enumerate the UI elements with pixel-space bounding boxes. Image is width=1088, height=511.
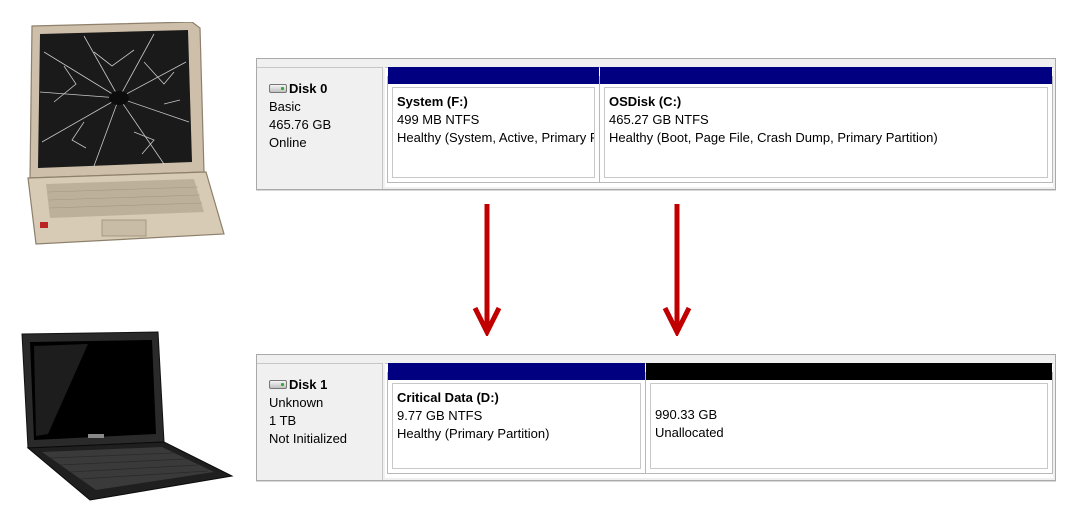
disk-0-name: Disk 0 bbox=[289, 81, 328, 96]
partition-bar bbox=[388, 67, 599, 84]
disk-1-status: Not Initialized bbox=[269, 431, 348, 446]
disk-1-panel[interactable]: Disk 1 Unknown 1 TB Not Initialized Crit… bbox=[256, 354, 1056, 481]
partition-osdisk-c[interactable]: OSDisk (C:) 465.27 GB NTFS Healthy (Boot… bbox=[599, 67, 1053, 183]
disk-1-info[interactable]: Disk 1 Unknown 1 TB Not Initialized bbox=[257, 363, 383, 480]
disk-0-title: Disk 0 bbox=[269, 80, 382, 98]
arrow-down-icon bbox=[662, 204, 692, 336]
partition-status: Healthy (Boot, Page File, Crash Dump, Pr… bbox=[609, 130, 938, 145]
hard-disk-icon bbox=[269, 83, 287, 93]
new-laptop-image bbox=[18, 330, 236, 502]
hard-disk-icon bbox=[269, 379, 287, 389]
disk-1-title: Disk 1 bbox=[269, 376, 382, 394]
partition-name: OSDisk (C:) bbox=[609, 94, 682, 109]
partition-detail: 465.27 GB NTFS bbox=[609, 112, 709, 127]
partition-body[interactable]: System (F:) 499 MB NTFS Healthy (System,… bbox=[392, 87, 595, 178]
disk-0-partitions: System (F:) 499 MB NTFS Healthy (System,… bbox=[385, 67, 1053, 187]
partition-detail: 9.77 GB NTFS bbox=[397, 408, 483, 423]
partition-status: Healthy (System, Active, Primary Partiti… bbox=[397, 130, 594, 145]
laptop-icon bbox=[21, 331, 234, 501]
partition-bar bbox=[646, 363, 1052, 380]
disk-1-partitions: Critical Data (D:) 9.77 GB NTFS Healthy … bbox=[385, 363, 1053, 478]
broken-laptop-icon bbox=[27, 21, 225, 245]
unallocated-label: Unallocated bbox=[655, 425, 724, 440]
partition-system-f[interactable]: System (F:) 499 MB NTFS Healthy (System,… bbox=[387, 67, 600, 183]
partition-body[interactable]: 990.33 GB Unallocated bbox=[650, 383, 1048, 469]
disk-1-type: Unknown bbox=[269, 395, 324, 410]
disk-0-type: Basic bbox=[269, 99, 301, 114]
disk-0-info[interactable]: Disk 0 Basic 465.76 GB Online bbox=[257, 67, 383, 189]
partition-unallocated[interactable]: 990.33 GB Unallocated bbox=[645, 363, 1053, 474]
partition-bar bbox=[388, 363, 645, 380]
partition-name: System (F:) bbox=[397, 94, 468, 109]
disk-1-name: Disk 1 bbox=[289, 377, 328, 392]
unallocated-size: 990.33 GB bbox=[655, 407, 718, 422]
partition-name: Critical Data (D:) bbox=[397, 390, 499, 405]
broken-laptop-image bbox=[24, 21, 230, 246]
partition-detail: 499 MB NTFS bbox=[397, 112, 480, 127]
partition-status: Healthy (Primary Partition) bbox=[397, 426, 550, 441]
disk-0-panel[interactable]: Disk 0 Basic 465.76 GB Online System (F:… bbox=[256, 58, 1056, 190]
partition-bar bbox=[600, 67, 1052, 84]
partition-body[interactable]: Critical Data (D:) 9.77 GB NTFS Healthy … bbox=[392, 383, 641, 469]
disk-0-status: Online bbox=[269, 135, 307, 150]
disk-1-size: 1 TB bbox=[269, 413, 297, 428]
disk-0-size: 465.76 GB bbox=[269, 117, 332, 132]
partition-body[interactable]: OSDisk (C:) 465.27 GB NTFS Healthy (Boot… bbox=[604, 87, 1048, 178]
arrow-down-icon bbox=[472, 204, 502, 336]
partition-critical-data-d[interactable]: Critical Data (D:) 9.77 GB NTFS Healthy … bbox=[387, 363, 646, 474]
